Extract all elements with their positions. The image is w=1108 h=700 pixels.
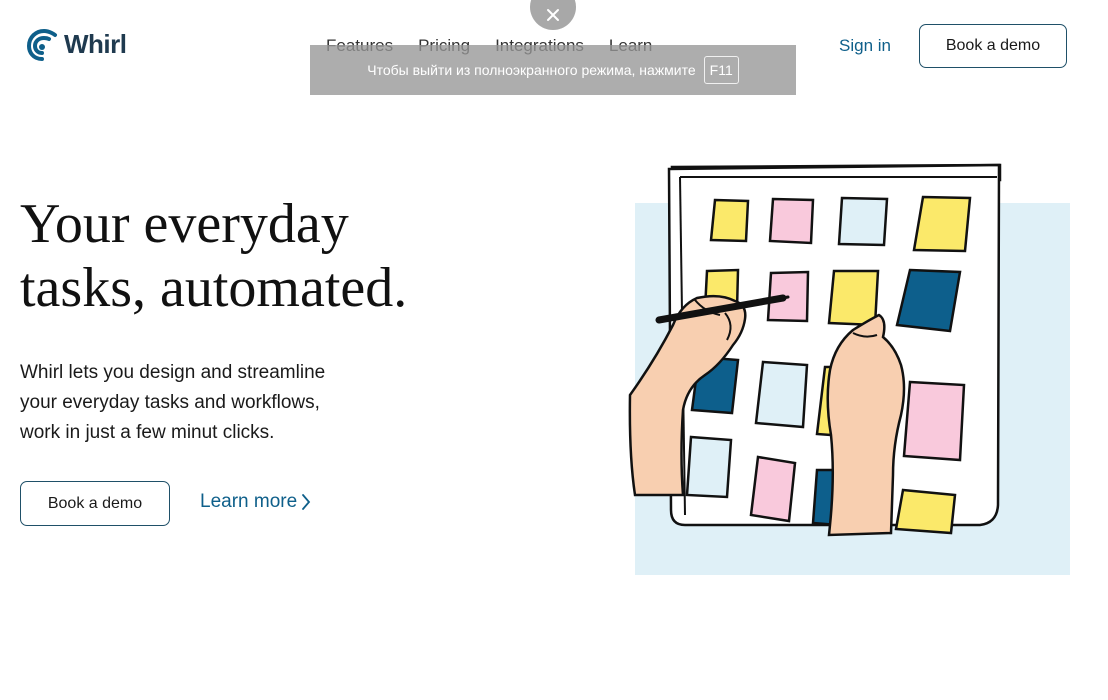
close-icon xyxy=(547,9,559,21)
book-demo-hero-button[interactable]: Book a demo xyxy=(20,481,170,526)
fullscreen-close-button[interactable] xyxy=(530,0,576,30)
whirl-logo-icon xyxy=(26,28,57,61)
sticky-note-board-illustration xyxy=(628,163,1070,575)
hero-description-line3: work in just a few minut clicks. xyxy=(20,422,275,443)
hero-title-line1: Your everyday xyxy=(20,193,349,255)
fullscreen-key-badge: F11 xyxy=(703,56,739,84)
hero-title: Your everyday tasks, automated. xyxy=(20,192,540,320)
book-demo-header-button[interactable]: Book a demo xyxy=(919,24,1067,68)
hero-description: Whirl lets you design and streamline you… xyxy=(20,358,360,448)
brand-logo[interactable]: Whirl xyxy=(26,26,127,62)
chevron-right-icon xyxy=(302,494,311,510)
fullscreen-notice-text: Чтобы выйти из полноэкранного режима, на… xyxy=(367,62,696,78)
learn-more-link[interactable]: Learn more xyxy=(200,491,311,513)
hero-description-line1: Whirl lets you design and streamline xyxy=(20,362,326,383)
hero-description-line2: your everyday tasks and workflows, xyxy=(20,392,320,413)
brand-name: Whirl xyxy=(64,28,127,59)
learn-more-label: Learn more xyxy=(200,491,298,512)
fullscreen-notice: Чтобы выйти из полноэкранного режима, на… xyxy=(310,45,796,95)
hero-title-line2: tasks, automated. xyxy=(20,257,408,319)
sign-in-link[interactable]: Sign in xyxy=(839,36,891,56)
